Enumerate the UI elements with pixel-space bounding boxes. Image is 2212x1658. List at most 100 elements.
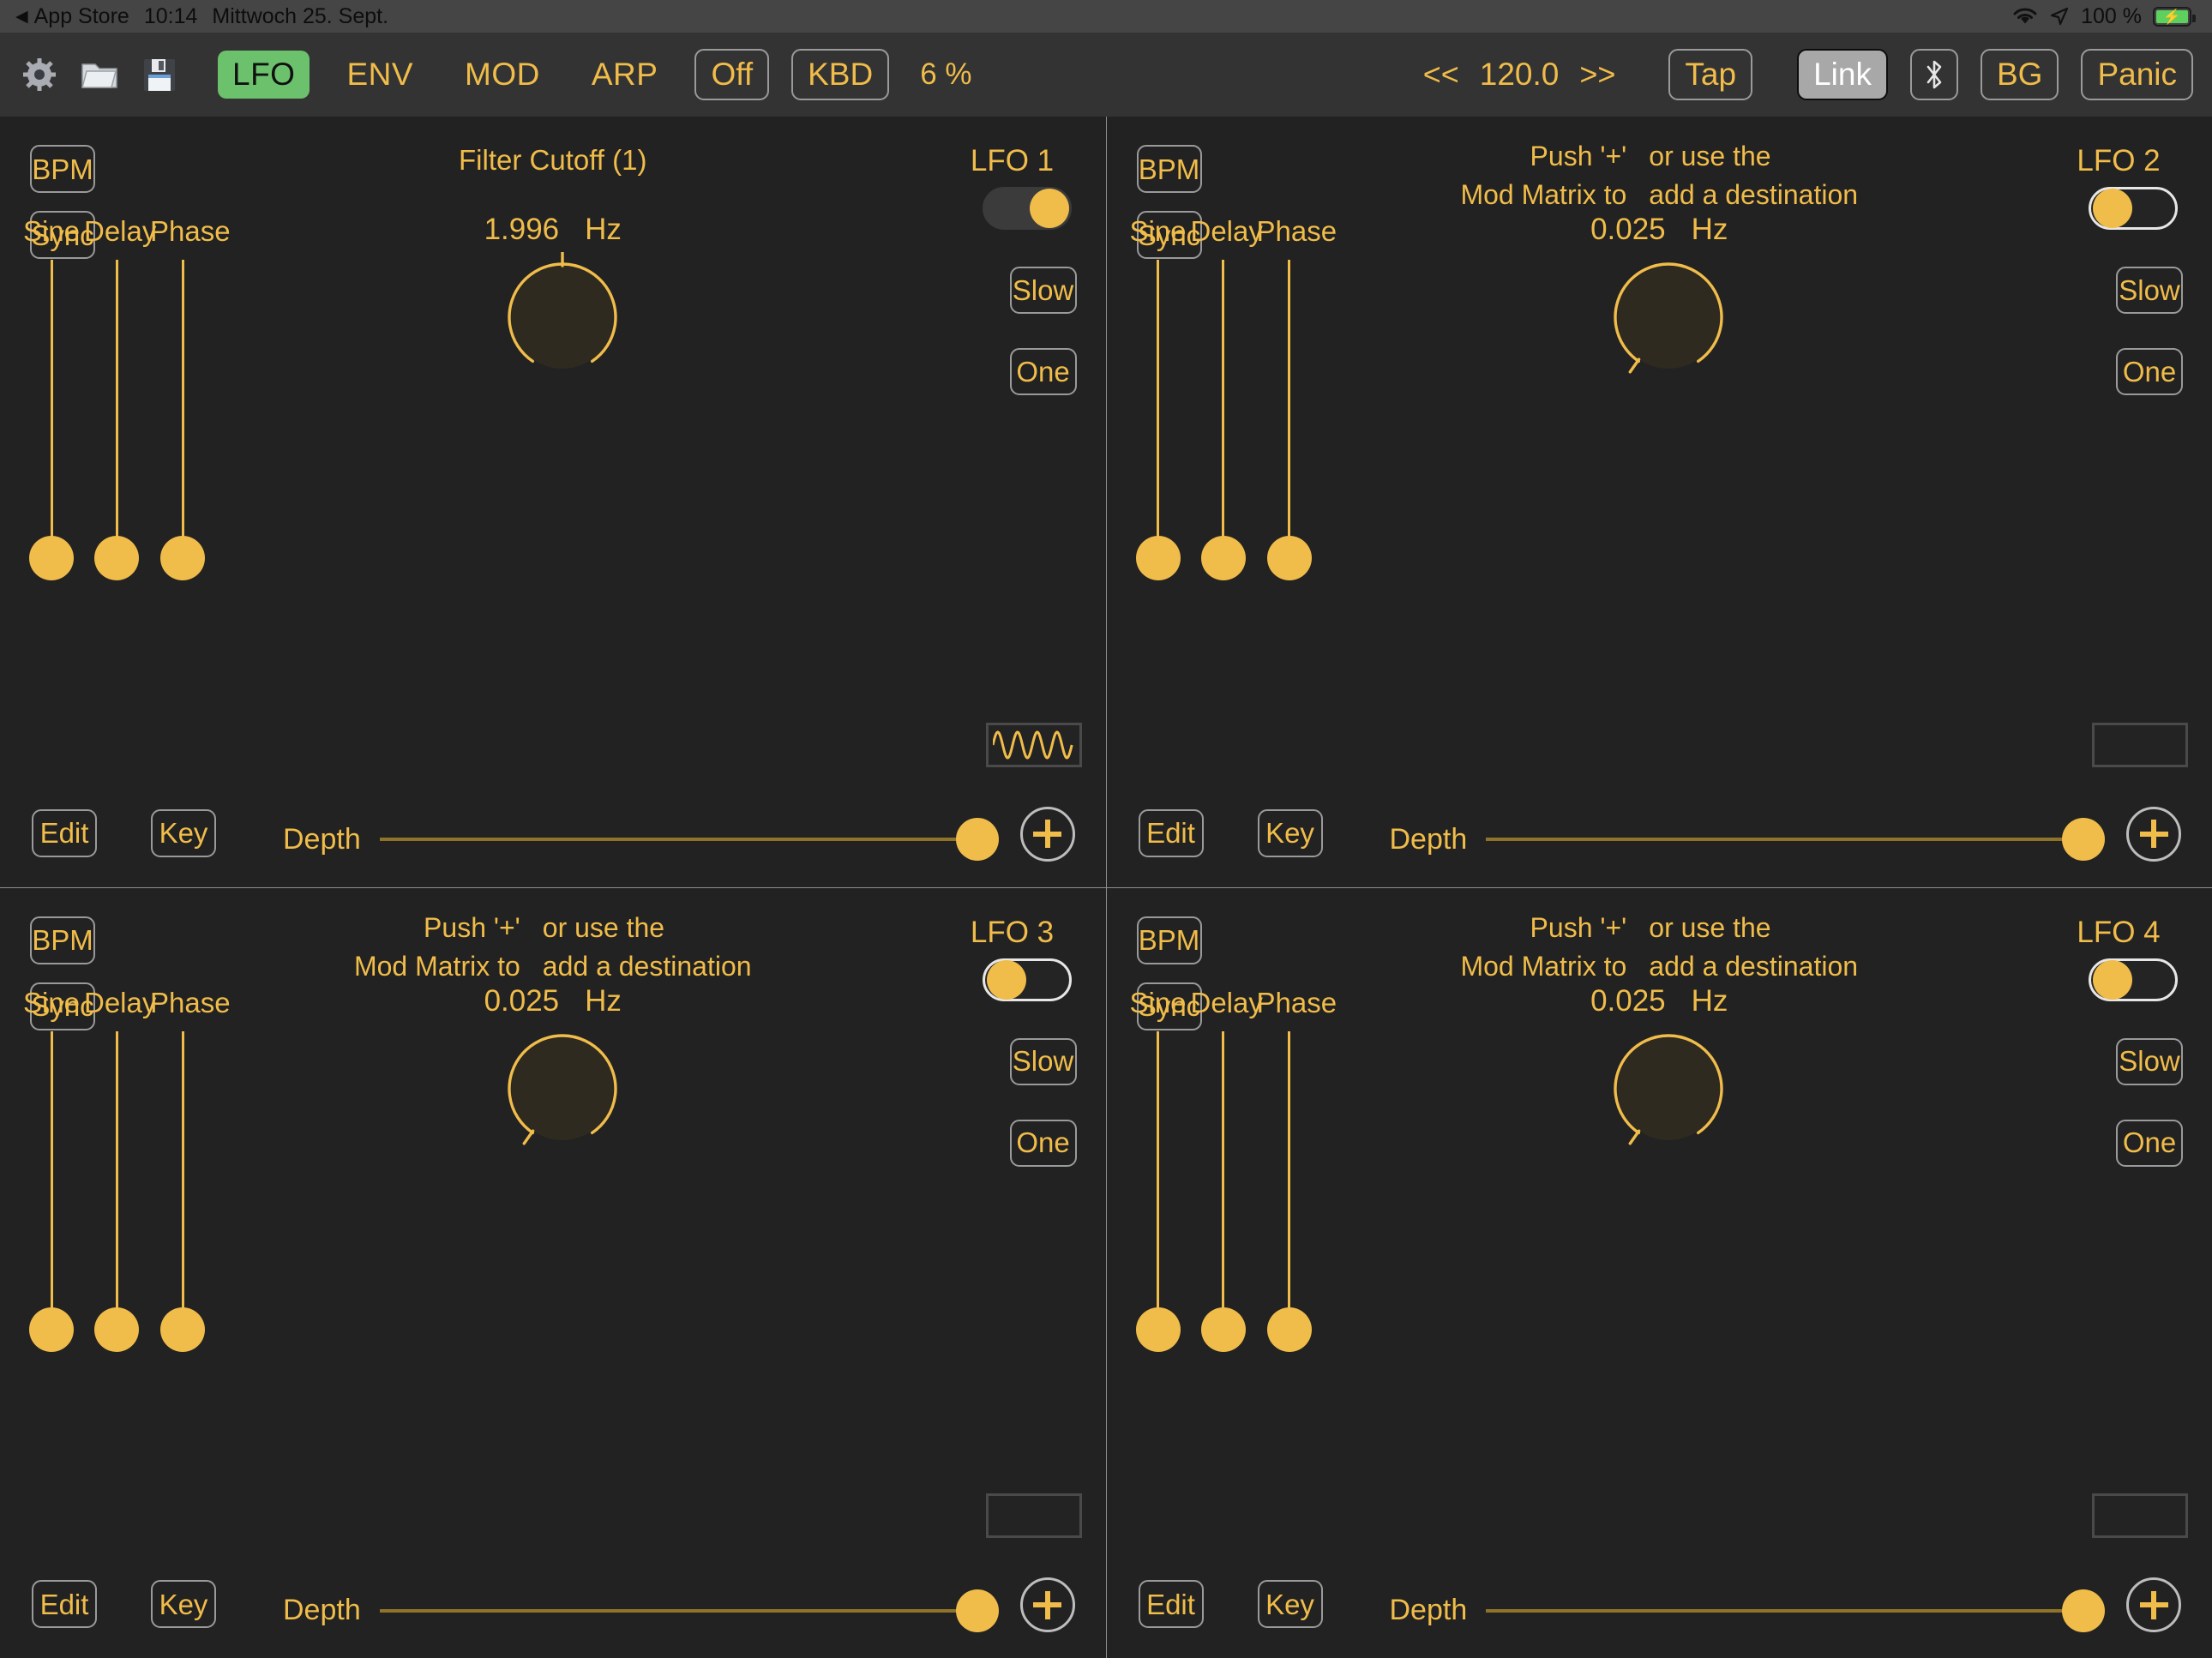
lfo-panel-3: BPM Sync Edit Key Push '+' Mod Matrix to or us… bbox=[0, 887, 1106, 1658]
floppy-disk-icon[interactable] bbox=[135, 51, 183, 99]
rate-readout-lfo4: 0.025 Hz bbox=[1513, 984, 1805, 1018]
slider-delay-lfo1[interactable]: Delay bbox=[84, 215, 157, 601]
destination-label-lfo1[interactable]: Filter Cutoff (1) bbox=[0, 144, 1106, 177]
tempo-value[interactable]: 120.0 bbox=[1468, 57, 1572, 93]
bluetooth-icon[interactable] bbox=[1909, 49, 1958, 100]
slider-handle[interactable] bbox=[29, 1307, 74, 1352]
depth-slider-track[interactable] bbox=[1486, 1589, 2105, 1632]
slider-phase-lfo4[interactable]: Phase bbox=[1257, 987, 1337, 1373]
slider-sine-lfo1[interactable]: Sine bbox=[19, 215, 84, 601]
tab-lfo[interactable]: LFO bbox=[218, 51, 310, 99]
depth-slider-handle[interactable] bbox=[955, 818, 999, 861]
depth-slider-track[interactable] bbox=[1486, 818, 2105, 861]
slider-handle[interactable] bbox=[1200, 536, 1246, 580]
key-button-lfo3[interactable]: Key bbox=[151, 1580, 216, 1628]
slow-button-lfo4[interactable]: Slow bbox=[2116, 1037, 2183, 1085]
lfo-enable-toggle-3[interactable] bbox=[982, 958, 1072, 1001]
rate-knob-lfo4[interactable] bbox=[1603, 1024, 1734, 1158]
slider-sine-lfo4[interactable]: Sine bbox=[1126, 987, 1191, 1373]
tempo-decrease-button[interactable]: << bbox=[1415, 57, 1468, 93]
gear-icon[interactable] bbox=[15, 51, 63, 99]
tab-mod[interactable]: MOD bbox=[450, 51, 555, 99]
status-back-app-label[interactable]: App Store bbox=[34, 4, 129, 29]
waveform-display-lfo3[interactable] bbox=[985, 1493, 1082, 1538]
depth-slider-handle[interactable] bbox=[955, 1589, 999, 1632]
slow-button-lfo2[interactable]: Slow bbox=[2116, 267, 2183, 314]
depth-slider-handle[interactable] bbox=[2062, 1589, 2105, 1632]
background-audio-button[interactable]: BG bbox=[1980, 49, 2059, 100]
slider-label: Delay bbox=[1190, 215, 1263, 247]
slider-sine-lfo2[interactable]: Sine bbox=[1126, 215, 1191, 601]
lfo-enable-toggle-4[interactable] bbox=[2089, 958, 2178, 1001]
add-destination-button-lfo4[interactable] bbox=[2126, 1577, 2181, 1632]
rate-value: 0.025 bbox=[1590, 213, 1666, 246]
tab-env[interactable]: ENV bbox=[332, 51, 428, 99]
slider-handle[interactable] bbox=[1135, 536, 1181, 580]
slider-phase-lfo2[interactable]: Phase bbox=[1257, 215, 1337, 601]
slow-button-lfo1[interactable]: Slow bbox=[1009, 267, 1077, 314]
ableton-link-button[interactable]: Link bbox=[1797, 49, 1888, 100]
slider-sine-lfo3[interactable]: Sine bbox=[19, 987, 84, 1373]
waveform-display-lfo4[interactable] bbox=[2092, 1493, 2188, 1538]
depth-slider-track[interactable] bbox=[379, 818, 999, 861]
key-button-lfo4[interactable]: Key bbox=[1257, 1580, 1323, 1628]
one-shot-button-lfo4[interactable]: One bbox=[2116, 1119, 2183, 1167]
slider-label: Delay bbox=[84, 215, 157, 247]
slider-delay-lfo4[interactable]: Delay bbox=[1191, 987, 1263, 1373]
add-destination-button-lfo3[interactable] bbox=[1019, 1577, 1075, 1632]
slider-handle[interactable] bbox=[1266, 536, 1312, 580]
depth-slider-track[interactable] bbox=[379, 1589, 999, 1632]
edit-button-lfo1[interactable]: Edit bbox=[32, 808, 97, 857]
one-shot-button-lfo2[interactable]: One bbox=[2116, 348, 2183, 395]
slider-handle[interactable] bbox=[94, 1307, 139, 1352]
waveform-display-lfo1[interactable] bbox=[985, 722, 1082, 767]
waveform-display-lfo2[interactable] bbox=[2092, 722, 2188, 767]
depth-label: Depth bbox=[1389, 822, 1468, 856]
edit-button-lfo3[interactable]: Edit bbox=[32, 1580, 97, 1628]
key-button-lfo2[interactable]: Key bbox=[1257, 808, 1323, 857]
slider-handle[interactable] bbox=[94, 536, 139, 580]
off-button[interactable]: Off bbox=[694, 49, 770, 100]
bpm-button-lfo1[interactable]: BPM bbox=[30, 145, 95, 193]
lfo-enable-toggle-2[interactable] bbox=[2089, 187, 2178, 230]
slider-handle[interactable] bbox=[1135, 1307, 1181, 1352]
one-shot-button-lfo1[interactable]: One bbox=[1009, 348, 1077, 395]
depth-slider-handle[interactable] bbox=[2062, 818, 2105, 861]
tab-arp[interactable]: ARP bbox=[577, 51, 673, 99]
folder-icon[interactable] bbox=[75, 51, 123, 99]
slider-track bbox=[115, 260, 118, 551]
lfo-enable-toggle-1[interactable] bbox=[982, 187, 1072, 230]
edit-button-lfo2[interactable]: Edit bbox=[1138, 808, 1204, 857]
tap-tempo-button[interactable]: Tap bbox=[1668, 49, 1753, 100]
slider-handle[interactable] bbox=[29, 536, 74, 580]
add-destination-button-lfo1[interactable] bbox=[1019, 806, 1075, 862]
edit-button-lfo4[interactable]: Edit bbox=[1138, 1580, 1204, 1628]
slider-handle[interactable] bbox=[160, 1307, 205, 1352]
slow-button-lfo3[interactable]: Slow bbox=[1009, 1037, 1077, 1085]
slider-delay-lfo2[interactable]: Delay bbox=[1190, 215, 1263, 601]
one-shot-button-lfo3[interactable]: One bbox=[1009, 1119, 1077, 1167]
depth-label: Depth bbox=[283, 822, 361, 856]
hint-line-4: add a destination bbox=[1649, 950, 1859, 982]
rate-knob-group-lfo2: 0.025 Hz bbox=[1513, 213, 1805, 436]
slider-phase-lfo3[interactable]: Phase bbox=[150, 987, 231, 1373]
rate-value: 0.025 bbox=[1590, 983, 1666, 1018]
slider-handle[interactable] bbox=[1200, 1307, 1246, 1352]
slider-phase-lfo1[interactable]: Phase bbox=[150, 215, 231, 601]
panic-button[interactable]: Panic bbox=[2081, 49, 2193, 100]
destination-hint-lfo3: Push '+' Mod Matrix to or use the add a des… bbox=[0, 909, 1106, 987]
rate-knob-lfo3[interactable] bbox=[497, 1024, 628, 1158]
slider-handle[interactable] bbox=[1266, 1307, 1312, 1352]
tempo-increase-button[interactable]: >> bbox=[1571, 57, 1624, 93]
main-toolbar: LFO ENV MOD ARP Off KBD 6 % << 120.0 >> … bbox=[0, 33, 2212, 117]
key-button-lfo1[interactable]: Key bbox=[151, 808, 216, 857]
back-arrow-icon[interactable]: ◀ bbox=[15, 9, 28, 25]
add-destination-button-lfo2[interactable] bbox=[2126, 806, 2181, 862]
slider-delay-lfo3[interactable]: Delay bbox=[84, 987, 156, 1373]
kbd-button[interactable]: KBD bbox=[791, 49, 890, 100]
hint-line-1: Push '+' bbox=[424, 911, 520, 943]
rate-knob-lfo1[interactable] bbox=[497, 249, 628, 387]
slider-handle[interactable] bbox=[160, 536, 205, 580]
rate-knob-lfo2[interactable] bbox=[1603, 252, 1734, 387]
rate-knob-group-lfo4: 0.025 Hz bbox=[1513, 984, 1805, 1207]
